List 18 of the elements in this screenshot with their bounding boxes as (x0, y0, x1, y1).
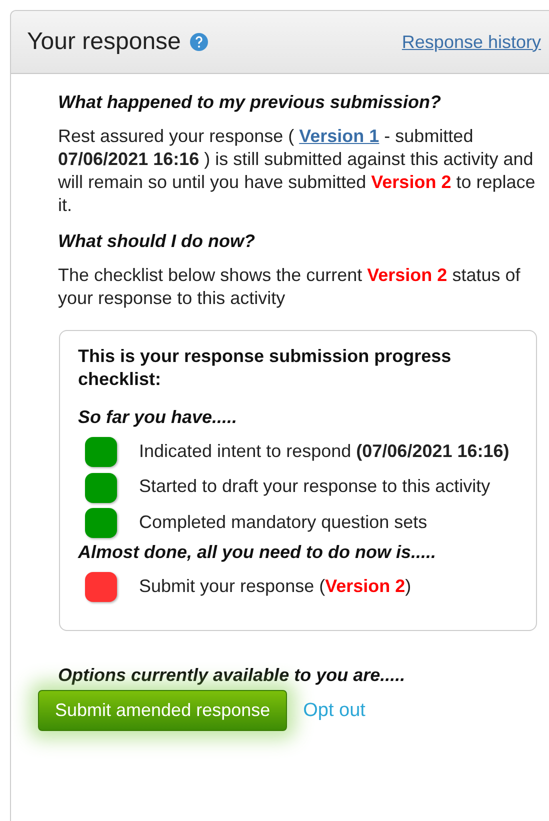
opt-out-link[interactable]: Opt out (303, 700, 366, 722)
checklist-item: Submit your response (Version 2) (85, 570, 518, 602)
help-icon[interactable] (188, 32, 209, 52)
section-paragraph: The checklist below shows the current Version 2 status of your response to this activity (58, 264, 522, 310)
panel-title: Your response (27, 28, 181, 56)
checklist-group-heading: So far you have..... (78, 407, 238, 428)
options-heading: Options currently available to you are..... (58, 665, 406, 686)
checklist-item: Completed mandatory question sets (85, 506, 518, 538)
version-link[interactable]: Version 1 (299, 126, 380, 146)
section-heading: What happened to my previous submission? (58, 92, 442, 113)
checklist-item: Indicated intent to respond (07/06/2021 16:16) (85, 436, 518, 468)
section-paragraph: Rest assured your response ( Version 1 - submitted 07/06/2021 16:16 ) is still submitted against this activity and will remain so until you have submitted Version 2 to replace it. (58, 125, 536, 217)
section-heading: What should I do now? (58, 231, 256, 252)
checklist-group-heading: Almost done, all you need to do now is..... (78, 542, 438, 563)
submit-amended-response-button[interactable]: Submit amended response (38, 690, 288, 731)
checklist-title: This is your response submission progress checklist: (78, 345, 452, 391)
response-history-link[interactable]: Response history (402, 32, 541, 52)
checklist-item: Started to draft your response to this activity (85, 471, 518, 502)
